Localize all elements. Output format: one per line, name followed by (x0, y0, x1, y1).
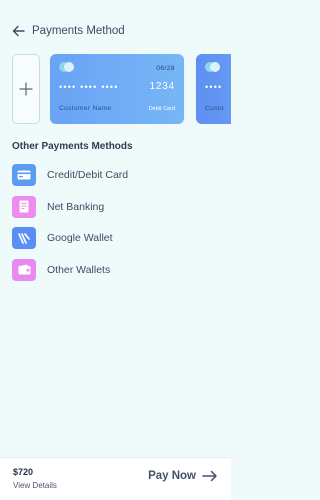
pay-now-button[interactable]: Pay Now (148, 470, 218, 482)
debit-card[interactable]: 06/28 •••• •••• •••• 1234 Customer Name … (50, 54, 184, 124)
page-title: Payments Method (32, 25, 125, 37)
view-details-link[interactable]: View Details (13, 481, 57, 490)
method-other-wallets[interactable]: Other Wallets (12, 258, 222, 281)
card-brand-icon (59, 62, 75, 72)
method-credit-debit-card[interactable]: Credit/Debit Card (12, 164, 222, 186)
card-masked-number: •••• (205, 82, 223, 92)
method-label: Other Wallets (47, 263, 111, 276)
card-brand-icon (205, 62, 221, 72)
pay-now-label: Pay Now (148, 470, 196, 482)
card-icon (12, 164, 36, 186)
card-holder-name: Custo (205, 105, 224, 112)
plus-icon (19, 82, 33, 96)
card-masked-number: •••• •••• •••• (59, 82, 119, 92)
arrow-right-icon (202, 470, 217, 482)
payment-methods-list: Credit/Debit Card Net Banking Google Wal… (12, 164, 222, 290)
header: Payments Method (12, 22, 125, 40)
wallet-logo-icon (12, 227, 36, 249)
card-holder-name: Customer Name (59, 105, 112, 112)
method-google-wallet[interactable]: Google Wallet (12, 227, 222, 249)
card-type: Debit Card (148, 106, 175, 112)
other-payments-title: Other Payments Methods (12, 141, 133, 152)
bank-document-icon (12, 195, 36, 218)
saved-cards-carousel[interactable]: 06/28 •••• •••• •••• 1234 Customer Name … (12, 54, 231, 124)
method-label: Credit/Debit Card (47, 169, 129, 181)
wallet-icon (12, 258, 36, 281)
checkout-bar: $720 View Details Pay Now (0, 457, 231, 500)
card-last-digits: 1234 (149, 81, 175, 92)
method-net-banking[interactable]: Net Banking (12, 195, 222, 218)
card-expiry: 06/28 (156, 65, 175, 72)
method-label: Net Banking (47, 200, 105, 213)
method-label: Google Wallet (47, 232, 113, 244)
back-arrow-icon[interactable] (12, 24, 26, 38)
total-amount: $720 (13, 467, 34, 477)
second-card[interactable]: •••• Custo (196, 54, 231, 124)
add-card-button[interactable] (12, 54, 40, 124)
